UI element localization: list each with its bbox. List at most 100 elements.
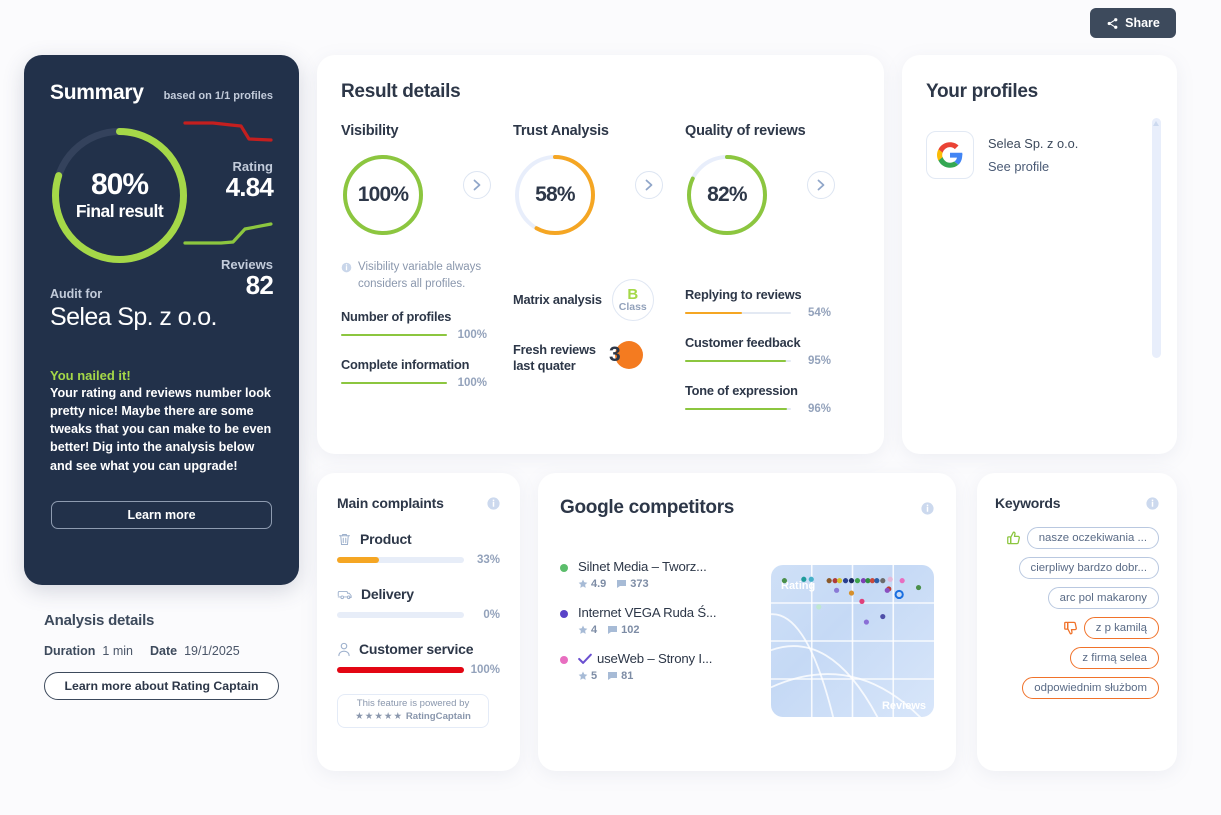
matrix-class-word: Class <box>618 301 647 314</box>
star-icon <box>578 625 588 634</box>
competitor-reviews: 373 <box>630 578 649 590</box>
share-button[interactable]: Share <box>1090 8 1176 38</box>
keyword-chip[interactable]: nasze oczekiwania ... <box>1026 527 1159 549</box>
quality-ring: 82% <box>685 153 769 237</box>
metric-value: 100% <box>457 377 487 390</box>
reviews-sparkline <box>183 222 273 245</box>
summary-message-title: You nailed it! <box>50 368 131 383</box>
google-competitors-card: Google competitors Silnet Media – Tworz.… <box>538 473 956 771</box>
metric-label: Customer feedback <box>685 335 801 350</box>
complaint-product: Product 33% <box>337 531 500 566</box>
summary-sparklines: Rating 4.84 Reviews 82 <box>183 117 274 301</box>
duration-value: 1 min <box>102 644 133 658</box>
metric-fill <box>685 408 787 410</box>
date-value: 19/1/2025 <box>184 644 240 658</box>
complaint-value: 100% <box>470 664 500 676</box>
analysis-details-title: Analysis details <box>44 612 155 629</box>
metric-fill <box>685 360 786 362</box>
visibility-ring: 100% <box>341 153 425 237</box>
competitor-rating: 4.9 <box>591 578 607 590</box>
complaint-fill <box>337 667 464 673</box>
keywords-card: Keywords nasze oczekiwania ... cierpliwy… <box>977 473 1177 771</box>
complaint-delivery: Delivery 0% <box>337 586 500 621</box>
thumbs-down-icon <box>1063 621 1077 635</box>
metric-value: 100% <box>457 329 487 342</box>
profiles-scrollbar[interactable] <box>1152 118 1161 358</box>
your-profiles-title: Your profiles <box>926 81 1038 102</box>
metric-label: Number of profiles <box>341 309 452 325</box>
comment-icon <box>608 626 618 634</box>
keyword-chip[interactable]: odpowiednim służbom <box>1022 677 1159 699</box>
trust-analysis-section: Trust Analysis 58% Matrix analysis B Cla… <box>513 123 685 414</box>
competitor-reviews: 81 <box>621 670 634 682</box>
see-profile-link[interactable]: See profile <box>988 159 1078 174</box>
complaint-label: Delivery <box>361 586 414 602</box>
info-icon[interactable] <box>487 496 500 510</box>
visibility-heading: Visibility <box>341 123 399 139</box>
summary-based-on: based on 1/1 profiles <box>163 90 273 102</box>
visibility-details-button[interactable] <box>463 171 491 199</box>
rating-value: 4.84 <box>225 172 274 202</box>
competitors-matrix-chart[interactable]: Rating Reviews <box>771 565 934 717</box>
trust-ring: 58% <box>513 153 597 237</box>
info-icon[interactable] <box>1146 496 1159 510</box>
competitor-color-dot <box>560 564 568 572</box>
info-icon <box>341 262 352 273</box>
profile-item[interactable]: Selea Sp. z o.o. See profile <box>926 131 1153 179</box>
learn-more-button[interactable]: Learn more <box>51 500 272 529</box>
trust-percent: 58% <box>535 183 575 206</box>
complaint-track <box>337 612 464 618</box>
rating-sparkline <box>183 121 273 142</box>
competitor-name: Silnet Media – Tworz... <box>578 559 707 574</box>
svg-text:Reviews: Reviews <box>882 700 926 712</box>
duration-label: Duration <box>44 644 96 658</box>
summary-title: Summary <box>50 81 144 104</box>
metric-tone-of-expression: Tone of expression 96% <box>685 383 831 415</box>
complaint-label: Customer service <box>359 641 474 657</box>
date-label: Date <box>149 644 178 658</box>
keyword-chip[interactable]: z firmą selea <box>1070 647 1159 669</box>
comment-icon <box>617 580 627 588</box>
comment-icon <box>608 672 618 680</box>
fresh-reviews-row: Fresh reviews last quater 3 <box>513 341 685 375</box>
complaint-fill <box>337 557 379 563</box>
scroll-up-caret-icon <box>1153 121 1159 126</box>
quality-percent: 82% <box>707 183 747 206</box>
metric-replying-to-reviews: Replying to reviews 54% <box>685 287 831 319</box>
competitor-name: Internet VEGA Ruda Ś... <box>578 605 717 620</box>
complaint-value: 33% <box>476 554 500 566</box>
metric-fill <box>341 334 447 337</box>
learn-more-rating-captain-button[interactable]: Learn more about Rating Captain <box>44 672 279 700</box>
summary-metrics: 80% Final result Rating 4.84 Reviews 82 <box>50 113 274 299</box>
metric-value: 54% <box>807 307 831 319</box>
reviews-value: 82 <box>245 270 274 301</box>
trust-heading: Trust Analysis <box>513 123 609 139</box>
main-complaints-card: Main complaints Product 33% Delivery 0% … <box>317 473 520 771</box>
trust-details-button[interactable] <box>635 171 663 199</box>
google-logo <box>926 131 974 179</box>
info-icon[interactable] <box>921 501 934 515</box>
keyword-chip[interactable]: arc pol makarony <box>1047 587 1159 609</box>
matrix-analysis-row: Matrix analysis B Class <box>513 279 685 321</box>
powered-by-line1: This feature is powered by <box>356 698 470 710</box>
competitor-color-dot <box>560 656 568 664</box>
matrix-class-letter: B <box>627 285 639 303</box>
quality-details-button[interactable] <box>807 171 835 199</box>
google-competitors-title: Google competitors <box>560 497 735 518</box>
competitor-name: useWeb – Strony I... <box>597 651 713 666</box>
keyword-chip[interactable]: z p kamilą <box>1083 617 1159 639</box>
complaint-customer-service: Customer service 100% <box>337 641 500 676</box>
keyword-row: nasze oczekiwania ... <box>1006 527 1159 549</box>
powered-by-badge: This feature is powered by ★★★★★ RatingC… <box>337 694 489 728</box>
metric-customer-feedback: Customer feedback 95% <box>685 335 831 367</box>
chevron-right-icon <box>645 179 653 191</box>
metric-value: 95% <box>807 355 831 367</box>
audit-company-name: Selea Sp. z o.o. <box>50 303 218 331</box>
quality-heading: Quality of reviews <box>685 123 806 139</box>
analysis-details: Analysis details Duration 1 min Date 19/… <box>44 612 304 700</box>
fresh-reviews-label: Fresh reviews last quater <box>513 342 596 373</box>
metric-fill <box>341 382 447 385</box>
main-complaints-title: Main complaints <box>337 495 444 511</box>
keyword-chip[interactable]: cierpliwy bardzo dobr... <box>1018 557 1159 579</box>
profile-name: Selea Sp. z o.o. <box>988 136 1079 151</box>
